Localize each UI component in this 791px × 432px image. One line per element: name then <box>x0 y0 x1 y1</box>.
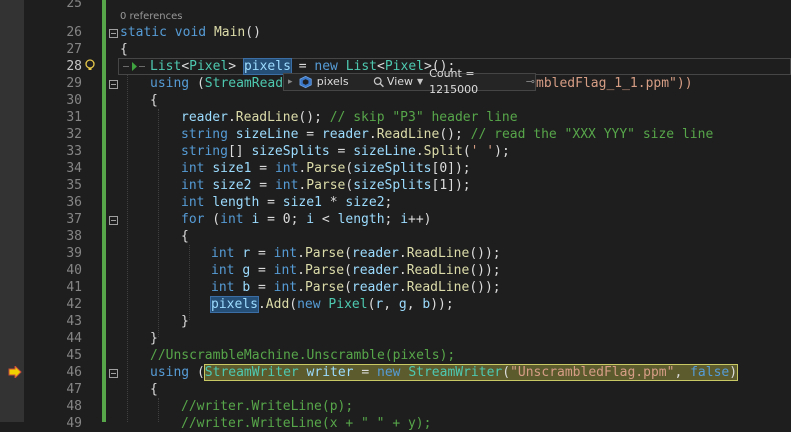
chevron-down-icon[interactable]: ▼ <box>417 74 423 90</box>
line-number: 25 <box>66 0 82 11</box>
datatip-view-button[interactable]: View <box>387 74 413 90</box>
code-line-35: int size2 = int.Parse(sizeSplits[1]); <box>181 178 471 193</box>
selected-identifier[interactable]: pixels <box>242 58 292 75</box>
datatip-value: Count = 1215000 <box>429 67 479 96</box>
line-number: 44 <box>66 331 82 346</box>
line-number: 46 <box>66 365 82 380</box>
line-number: 32 <box>66 127 82 142</box>
line-number: 26 <box>66 25 82 40</box>
lightbulb-icon[interactable] <box>84 59 96 71</box>
pin-icon[interactable]: ⊸ <box>526 74 535 90</box>
code-line-26: static void Main() <box>120 25 261 40</box>
fold-toggle[interactable] <box>109 29 118 38</box>
code-line-44: } <box>150 331 158 346</box>
line-number: 33 <box>66 144 82 159</box>
line-number: 39 <box>66 246 82 261</box>
line-number: 28 <box>66 59 82 74</box>
datatip-name: pixels <box>316 75 349 88</box>
line-number: 35 <box>66 178 82 193</box>
line-number: 30 <box>66 93 82 108</box>
line-number: 41 <box>66 280 82 295</box>
code-line-30: { <box>150 93 158 108</box>
code-line-36: int length = size1 * size2; <box>181 195 393 210</box>
code-line-34: int size1 = int.Parse(sizeSplits[0]); <box>181 161 471 176</box>
code-line-38: { <box>181 229 189 244</box>
code-line-37: for (int i = 0; i < length; i++) <box>181 212 432 227</box>
code-line-48: //writer.WriteLine(p); <box>181 399 354 414</box>
code-line-41: int b = int.Parse(reader.ReadLine()); <box>211 280 501 295</box>
code-line-29-tail: mbledFlag_1_1.ppm")) <box>536 76 693 91</box>
line-number: 37 <box>66 212 82 227</box>
code-line-42: pixels.Add(new Pixel(r, g, b)); <box>210 296 454 313</box>
code-line-47: { <box>150 382 158 397</box>
line-number: 27 <box>66 42 82 57</box>
code-line-46: using (StreamWriter writer = new StreamW… <box>150 364 739 381</box>
code-line-45: //UnscrambleMachine.Unscramble(pixels); <box>150 348 456 363</box>
run-to-click-icon <box>123 62 145 71</box>
line-number: 47 <box>66 382 82 397</box>
current-statement-arrow-icon <box>8 364 22 380</box>
line-number: 43 <box>66 314 82 329</box>
line-number: 31 <box>66 110 82 125</box>
code-line-43: } <box>181 314 189 329</box>
line-number: 36 <box>66 195 82 210</box>
datatip[interactable]: ▸ pixels View ▼ Count = 1215000 ⊸ <box>283 67 536 96</box>
datatip-expand-icon[interactable]: ▸ <box>288 74 293 90</box>
fold-toggle[interactable] <box>109 80 118 89</box>
line-number: 40 <box>66 263 82 278</box>
code-line-39: int r = int.Parse(reader.ReadLine()); <box>211 246 501 261</box>
code-line-49: //writer.WriteLine(x + " " + y); <box>181 416 432 431</box>
magnifier-icon[interactable] <box>373 76 384 88</box>
code-line-32: string sizeLine = reader.ReadLine(); // … <box>181 127 714 142</box>
fold-toggle[interactable] <box>109 216 118 225</box>
line-number: 38 <box>66 229 82 244</box>
line-number: 42 <box>66 297 82 312</box>
code-editor[interactable]: 25 26 27 28 29 30 31 32 33 34 35 36 37 3… <box>0 0 791 431</box>
fold-toggle[interactable] <box>109 369 118 378</box>
code-line-33: string[] sizeSplits = sizeLine.Split(' '… <box>181 144 510 159</box>
code-line-27: { <box>120 42 128 57</box>
run-to-click-glyph[interactable] <box>120 59 146 74</box>
line-number: 29 <box>66 76 82 91</box>
code-line-40: int g = int.Parse(reader.ReadLine()); <box>211 263 501 278</box>
line-number: 49 <box>66 416 82 431</box>
line-number: 48 <box>66 399 82 414</box>
code-line-29: using (StreamRead <box>150 76 284 91</box>
variable-icon <box>299 75 312 89</box>
line-number: 34 <box>66 161 82 176</box>
code-line-31: reader.ReadLine(); // skip "P3" header l… <box>181 110 518 125</box>
line-number: 45 <box>66 348 82 363</box>
current-statement-highlight: StreamWriter writer = new StreamWriter("… <box>203 364 739 381</box>
